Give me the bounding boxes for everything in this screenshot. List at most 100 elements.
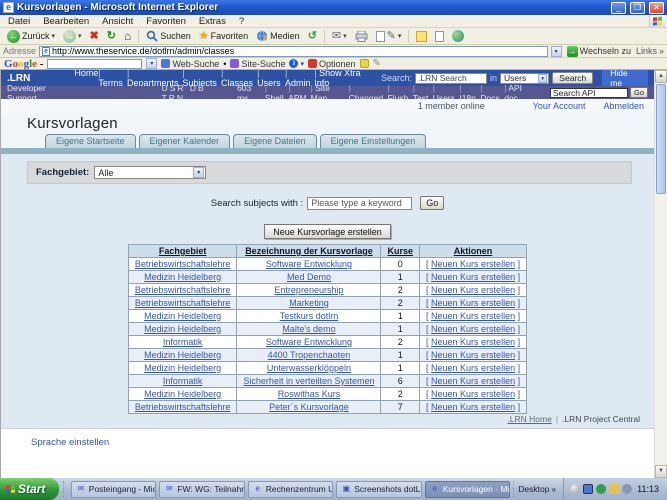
go-button[interactable]: → Wechseln zu bbox=[565, 45, 633, 57]
header-kurse[interactable]: Kurse bbox=[380, 244, 420, 258]
stop-button[interactable]: ✖ bbox=[87, 29, 102, 44]
create-course-link[interactable]: Neuen Kurs erstellen bbox=[431, 272, 515, 282]
logout-link[interactable]: Abmelden bbox=[603, 101, 644, 111]
keyword-input[interactable] bbox=[307, 196, 413, 210]
start-button[interactable]: Start bbox=[0, 478, 60, 500]
tab[interactable]: Eigene Startseite bbox=[45, 134, 136, 148]
kursvorlage-link[interactable]: Marketing bbox=[289, 298, 329, 308]
edit-dropdown-icon[interactable]: ▾ bbox=[398, 32, 402, 40]
messenger-button[interactable] bbox=[449, 29, 467, 44]
mail-button[interactable]: ✉ ▾ bbox=[329, 29, 350, 44]
media-button[interactable]: Medien bbox=[253, 29, 303, 44]
menu-item[interactable]: ? bbox=[233, 16, 250, 27]
maximize-button[interactable]: ❐ bbox=[630, 1, 645, 14]
kursvorlage-link[interactable]: Malte's demo bbox=[282, 324, 335, 334]
taskbar-task[interactable]: ✉ Posteingang - Micros... bbox=[70, 480, 157, 498]
desktop-toolbar[interactable]: Desktop » bbox=[513, 481, 560, 497]
kursvorlage-link[interactable]: Entrepreneurship bbox=[274, 285, 343, 295]
kursvorlage-link[interactable]: Software Entwicklung bbox=[266, 259, 352, 269]
lrn-search-button[interactable]: Search bbox=[552, 72, 594, 84]
scroll-down-icon[interactable]: ▼ bbox=[655, 465, 667, 478]
kursvorlage-link[interactable]: Unterwasserklöppeln bbox=[267, 363, 351, 373]
mail-dropdown-icon[interactable]: ▾ bbox=[343, 32, 347, 40]
lrn-home-link[interactable]: .LRN Home bbox=[507, 414, 551, 424]
taskbar-task[interactable]: ▣ Screenshots dotLR... bbox=[336, 480, 422, 498]
fachgebiet-link[interactable]: Medizin Heidelberg bbox=[144, 272, 221, 282]
info-dropdown-icon[interactable]: ▾ bbox=[300, 60, 304, 68]
create-course-link[interactable]: Neuen Kurs erstellen bbox=[431, 350, 515, 360]
tab[interactable]: Eigene Einstellungen bbox=[319, 134, 427, 148]
language-link[interactable]: Sprache einstellen bbox=[31, 437, 109, 448]
tray-clock[interactable]: 11:13 bbox=[637, 484, 659, 494]
discuss-button[interactable] bbox=[413, 29, 430, 44]
address-dropdown-icon[interactable]: ▾ bbox=[550, 45, 562, 57]
api-go-button[interactable]: Go bbox=[629, 87, 648, 98]
create-course-link[interactable]: Neuen Kurs erstellen bbox=[431, 311, 515, 321]
kursvorlage-link[interactable]: Roswithas Kurs bbox=[278, 389, 341, 399]
kursvorlage-link[interactable]: Software Entwicklung bbox=[266, 337, 352, 347]
forward-button[interactable]: → ▾ bbox=[60, 29, 85, 44]
menu-item[interactable]: Datei bbox=[2, 16, 36, 27]
google-dropdown-icon[interactable]: ▾ bbox=[146, 58, 158, 69]
lrn-project-central[interactable]: .LRN Project Central bbox=[562, 414, 640, 424]
fachgebiet-link[interactable]: Medizin Heidelberg bbox=[144, 311, 221, 321]
kursvorlage-link[interactable]: 4400 Tropenchaoten bbox=[268, 350, 351, 360]
lrn-scope-dropdown-icon[interactable]: ▾ bbox=[538, 73, 548, 83]
create-course-link[interactable]: Neuen Kurs erstellen bbox=[431, 337, 515, 347]
fachgebiet-link[interactable]: Medizin Heidelberg bbox=[144, 363, 221, 373]
highlighter-button[interactable] bbox=[359, 59, 369, 68]
forward-dropdown-icon[interactable]: ▾ bbox=[78, 32, 82, 40]
fachgebiet-link[interactable]: Informatik bbox=[163, 376, 203, 386]
fachgebiet-select[interactable]: Alle ▾ bbox=[94, 166, 207, 179]
back-button[interactable]: ← Zurück ▾ bbox=[4, 29, 58, 44]
favorites-button[interactable]: ★ Favoriten bbox=[196, 29, 251, 44]
desktop-chevron-icon[interactable]: » bbox=[551, 484, 556, 494]
google-search-input[interactable] bbox=[47, 58, 143, 69]
taskbar-grip[interactable] bbox=[63, 481, 66, 497]
document-button[interactable] bbox=[432, 29, 447, 44]
taskbar-task[interactable]: e Kursvorlagen - Micros... bbox=[424, 480, 511, 498]
links-toolbar[interactable]: Links » bbox=[636, 46, 664, 56]
header-bezeichnung[interactable]: Bezeichnung der Kursvorlage bbox=[236, 244, 382, 258]
subject-search-go-button[interactable]: Go bbox=[420, 196, 445, 210]
create-course-link[interactable]: Neuen Kurs erstellen bbox=[431, 298, 515, 308]
create-course-link[interactable]: Neuen Kurs erstellen bbox=[431, 363, 515, 373]
links-chevron-icon[interactable]: » bbox=[659, 46, 664, 56]
new-template-button[interactable]: Neue Kursvorlage erstellen bbox=[264, 224, 391, 239]
taskbar-task[interactable]: e Rechenzentrum Uni K... bbox=[247, 480, 334, 498]
pencil-icon[interactable]: ✎ bbox=[373, 58, 381, 69]
your-account-link[interactable]: Your Account bbox=[533, 101, 586, 111]
tray-display-icon[interactable] bbox=[583, 484, 594, 494]
tray-update-icon[interactable] bbox=[609, 484, 620, 494]
minimize-button[interactable]: _ bbox=[611, 1, 626, 14]
create-course-link[interactable]: Neuen Kurs erstellen bbox=[431, 376, 515, 386]
fachgebiet-link[interactable]: Betriebswirtschaftslehre bbox=[135, 298, 231, 308]
web-search-button[interactable]: Web-Suche bbox=[161, 59, 219, 69]
taskbar-task[interactable]: ✉ FW: WG: Teilnahme v... bbox=[159, 480, 245, 498]
tab[interactable]: Eigener Kalender bbox=[138, 134, 231, 148]
create-course-link[interactable]: Neuen Kurs erstellen bbox=[431, 324, 515, 334]
menu-item[interactable]: Ansicht bbox=[96, 16, 139, 27]
home-button[interactable]: ⌂ bbox=[121, 29, 134, 44]
tab[interactable]: Eigene Dateien bbox=[233, 134, 317, 148]
edit-button[interactable]: ✎ ▾ bbox=[373, 29, 405, 44]
vertical-scrollbar[interactable]: ▲ ▼ bbox=[654, 70, 667, 478]
options-button[interactable]: Optionen bbox=[308, 59, 356, 69]
api-search-input[interactable] bbox=[549, 87, 628, 98]
kursvorlage-link[interactable]: Peter´s Kursvorlage bbox=[269, 402, 349, 412]
print-button[interactable] bbox=[352, 29, 371, 44]
fachgebiet-dropdown-icon[interactable]: ▾ bbox=[193, 167, 205, 178]
menu-item[interactable]: Bearbeiten bbox=[37, 16, 95, 27]
site-search-button[interactable]: Site-Suche bbox=[230, 59, 285, 69]
menu-item[interactable]: Favoriten bbox=[140, 16, 192, 27]
back-dropdown-icon[interactable]: ▾ bbox=[52, 32, 56, 40]
close-button[interactable]: ✕ bbox=[649, 1, 664, 14]
tray-clock-icon[interactable] bbox=[570, 484, 581, 494]
refresh-button[interactable]: ↻ bbox=[104, 29, 119, 44]
menu-item[interactable]: Extras bbox=[193, 16, 232, 27]
tray-network-icon[interactable] bbox=[596, 484, 607, 494]
header-fachgebiet[interactable]: Fachgebiet bbox=[127, 244, 238, 258]
create-course-link[interactable]: Neuen Kurs erstellen bbox=[431, 259, 515, 269]
fachgebiet-link[interactable]: Betriebswirtschaftslehre bbox=[135, 259, 231, 269]
create-course-link[interactable]: Neuen Kurs erstellen bbox=[431, 402, 515, 412]
